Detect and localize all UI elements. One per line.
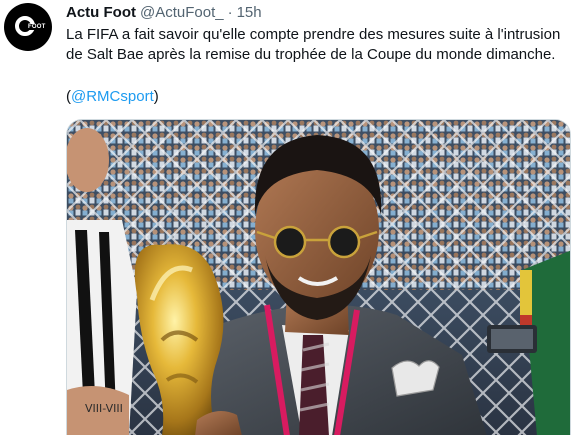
tweet-photo[interactable]: VIII-VIII <box>66 119 571 435</box>
tweet-text: La FIFA a fait savoir qu'elle compte pre… <box>66 25 566 65</box>
tweet-timestamp[interactable]: 15h <box>237 4 262 21</box>
jersey-lettering: VIII-VIII <box>85 402 123 415</box>
tweet-text-line-2: de Salt Bae après la remise du trophée d… <box>66 46 556 63</box>
tweet-header: Actu Foot @ActuFoot_ · 15h <box>66 4 262 22</box>
tweet[interactable]: FOOT Actu Foot @ActuFoot_ · 15h La FIFA … <box>0 0 582 435</box>
separator-dot: · <box>227 4 233 21</box>
author-display-name[interactable]: Actu Foot <box>66 4 136 21</box>
author-handle[interactable]: @ActuFoot_ <box>140 4 224 21</box>
actufoot-logo: FOOT <box>13 12 47 42</box>
paren-close: ) <box>153 88 159 105</box>
mention-link-rmcsport[interactable]: @RMCsport <box>71 88 154 105</box>
tweet-source: (@RMCsport) <box>66 87 159 107</box>
tweet-text-line-1: La FIFA a fait savoir qu'elle compte pre… <box>66 26 561 43</box>
author-avatar[interactable]: FOOT <box>4 3 52 51</box>
photo-salt-bae-world-cup-trophy: VIII-VIII <box>67 120 570 435</box>
